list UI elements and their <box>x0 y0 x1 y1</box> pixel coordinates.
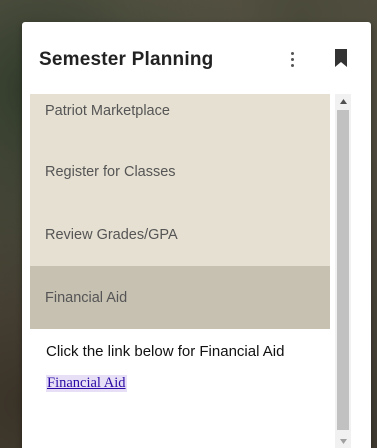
more-vert-icon[interactable] <box>285 49 299 69</box>
scroll-down-arrow-icon[interactable] <box>335 434 351 448</box>
menu-item-label: Financial Aid <box>45 289 128 306</box>
menu-item-patriot-marketplace[interactable]: Patriot Marketplace <box>30 94 330 140</box>
scroll-up-arrow-icon[interactable] <box>335 94 351 108</box>
detail-description: Click the link below for Financial Aid <box>46 343 285 360</box>
semester-planning-card: Semester Planning Patriot Marketplace Re… <box>22 22 371 448</box>
menu-item-label: Review Grades/GPA <box>45 226 178 243</box>
card-content: Patriot Marketplace Register for Classes… <box>30 94 330 448</box>
menu-item-financial-aid[interactable]: Financial Aid <box>30 266 330 329</box>
menu-item-review-grades[interactable]: Review Grades/GPA <box>30 203 330 266</box>
vertical-scrollbar[interactable] <box>335 94 351 448</box>
scrollbar-thumb[interactable] <box>337 110 349 430</box>
menu-item-label: Register for Classes <box>45 163 176 180</box>
card-header: Semester Planning <box>22 22 371 94</box>
menu-item-register-for-classes[interactable]: Register for Classes <box>30 140 330 203</box>
bookmark-icon[interactable] <box>335 49 347 67</box>
card-title: Semester Planning <box>39 49 214 70</box>
menu-item-label: Patriot Marketplace <box>45 103 170 119</box>
financial-aid-link[interactable]: Financial Aid <box>46 375 127 392</box>
